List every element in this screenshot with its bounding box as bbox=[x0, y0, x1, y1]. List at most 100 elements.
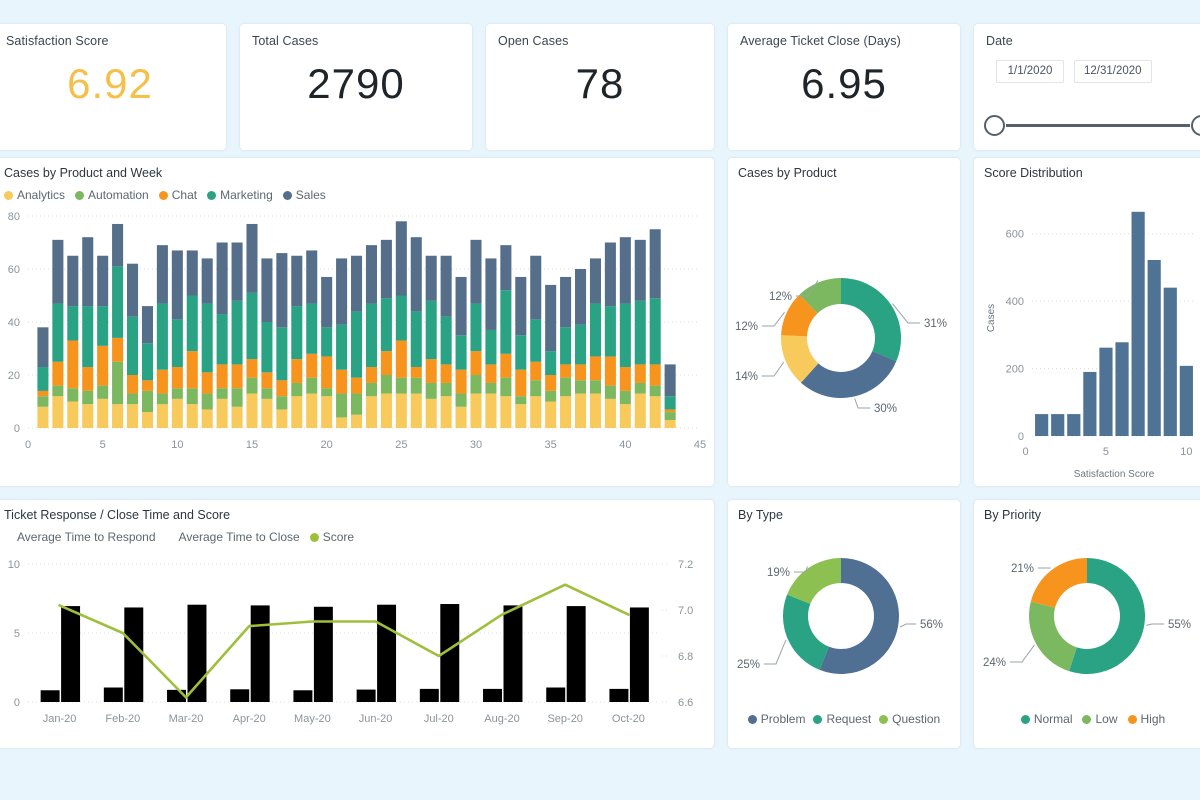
svg-text:0: 0 bbox=[14, 697, 20, 709]
panel-title: By Type bbox=[738, 508, 783, 522]
panel-title: Score Distribution bbox=[984, 166, 1083, 180]
legend-item[interactable]: High bbox=[1127, 712, 1166, 726]
svg-text:40: 40 bbox=[619, 439, 631, 451]
svg-text:Cases: Cases bbox=[986, 304, 997, 332]
legend-item[interactable]: Automation bbox=[75, 188, 149, 202]
svg-text:0: 0 bbox=[1018, 431, 1024, 443]
svg-text:0: 0 bbox=[1023, 446, 1029, 458]
panel-by-priority: By Priority 55% 24% 21% Normal Low High bbox=[974, 500, 1200, 748]
kpi-card-total-cases: Total Cases 2790 bbox=[240, 24, 472, 150]
panel-title: Cases by Product bbox=[738, 166, 837, 180]
legend-label: Analytics bbox=[17, 188, 66, 202]
kpi-value: 6.95 bbox=[801, 60, 887, 107]
chart-by-type-donut: 56% 25% 19% bbox=[737, 558, 943, 674]
legend-label: Average Time to Close bbox=[178, 530, 300, 544]
legend-label: Sales bbox=[295, 188, 326, 202]
legend-item[interactable]: Analytics bbox=[4, 188, 65, 202]
svg-text:35: 35 bbox=[545, 439, 557, 451]
legend-by-type: Problem Request Question bbox=[728, 712, 960, 726]
legend-swatch-icon bbox=[1127, 714, 1137, 724]
legend-swatch-icon bbox=[282, 190, 292, 200]
chart-cases-by-product-donut: 31% 30% 14% 12% 12% bbox=[735, 278, 947, 415]
panel-ticket-response-close-time: Ticket Response / Close Time and Score A… bbox=[0, 500, 714, 748]
svg-text:31%: 31% bbox=[924, 318, 947, 330]
legend-swatch-icon bbox=[879, 714, 889, 724]
legend-item[interactable]: Normal bbox=[1020, 712, 1072, 726]
svg-text:55%: 55% bbox=[1168, 619, 1191, 631]
svg-text:24%: 24% bbox=[983, 657, 1006, 669]
svg-text:Jul-20: Jul-20 bbox=[424, 713, 454, 725]
svg-text:45: 45 bbox=[694, 439, 706, 451]
svg-text:15: 15 bbox=[246, 439, 258, 451]
legend-item[interactable]: Score bbox=[309, 530, 355, 544]
legend-item[interactable]: Question bbox=[879, 712, 940, 726]
legend-swatch-icon bbox=[207, 190, 217, 200]
date-range-inputs: 1/1/2020 12/31/2020 bbox=[996, 60, 1152, 83]
legend-label: Score bbox=[322, 530, 355, 544]
legend-item[interactable]: Average Time to Close bbox=[166, 530, 300, 544]
date-filter-card: Date 1/1/2020 12/31/2020 bbox=[974, 24, 1200, 150]
svg-text:0: 0 bbox=[25, 439, 31, 451]
svg-text:40: 40 bbox=[8, 317, 20, 329]
date-slider-handle-end[interactable] bbox=[1191, 115, 1200, 136]
svg-text:30%: 30% bbox=[874, 403, 897, 415]
chart-cases-by-product-and-week: 0 20 40 60 80 0 5 10 15 20 25 30 35 40 45 bbox=[8, 211, 706, 451]
svg-text:Oct-20: Oct-20 bbox=[612, 713, 645, 725]
svg-text:25: 25 bbox=[395, 439, 407, 451]
svg-text:60: 60 bbox=[8, 264, 20, 276]
legend-label: High bbox=[1140, 712, 1166, 726]
date-start-input[interactable]: 1/1/2020 bbox=[996, 60, 1064, 83]
svg-text:Satisfaction Score: Satisfaction Score bbox=[1074, 469, 1155, 480]
legend-swatch-icon bbox=[813, 714, 823, 724]
svg-text:Aug-20: Aug-20 bbox=[484, 713, 519, 725]
legend-item[interactable]: Average Time to Respond bbox=[4, 530, 156, 544]
kpi-title: Satisfaction Score bbox=[6, 34, 109, 48]
svg-text:10: 10 bbox=[1180, 446, 1192, 458]
legend-ticket-response-close-time: Average Time to Respond Average Time to C… bbox=[4, 530, 354, 544]
legend-item[interactable]: Low bbox=[1082, 712, 1118, 726]
legend-swatch-icon bbox=[1020, 714, 1030, 724]
svg-text:21%: 21% bbox=[1011, 563, 1034, 575]
kpi-title: Open Cases bbox=[498, 34, 569, 48]
kpi-value: 6.92 bbox=[67, 60, 153, 107]
legend-swatch-icon bbox=[4, 190, 13, 200]
date-end-input[interactable]: 12/31/2020 bbox=[1074, 60, 1152, 83]
legend-label: Low bbox=[1095, 712, 1118, 726]
svg-text:5: 5 bbox=[100, 439, 106, 451]
date-range-slider[interactable] bbox=[984, 115, 1200, 136]
svg-text:56%: 56% bbox=[920, 619, 943, 631]
kpi-value: 78 bbox=[575, 60, 625, 107]
panel-by-type: By Type 56% 25% 19% Problem Request Question bbox=[728, 500, 960, 748]
legend-swatch-icon bbox=[158, 190, 168, 200]
chart-ticket-response-close-time: 0 5 10 6.6 6.8 7.0 7.2 Jan-20 Feb-20 Mar-20 Apr-20… bbox=[8, 559, 694, 725]
legend-by-priority: Normal Low High bbox=[974, 712, 1200, 726]
legend-item[interactable]: Marketing bbox=[207, 188, 273, 202]
panel-title: Ticket Response / Close Time and Score bbox=[4, 508, 231, 522]
legend-item[interactable]: Sales bbox=[282, 188, 326, 202]
panel-cases-by-product: Cases by Product 31% 30% 14% 12% 12% bbox=[728, 158, 960, 486]
svg-text:12%: 12% bbox=[735, 321, 758, 333]
svg-text:30: 30 bbox=[470, 439, 482, 451]
legend-item[interactable]: Chat bbox=[158, 188, 197, 202]
panel-score-distribution: Score Distribution 0 200 400 600 0 5 10 Satisfa… bbox=[974, 158, 1200, 486]
svg-text:Jun-20: Jun-20 bbox=[359, 713, 393, 725]
legend-label: Marketing bbox=[220, 188, 273, 202]
svg-text:0: 0 bbox=[14, 423, 20, 435]
legend-label: Automation bbox=[88, 188, 149, 202]
kpi-title: Total Cases bbox=[252, 34, 319, 48]
svg-text:20: 20 bbox=[8, 370, 20, 382]
legend-item[interactable]: Problem bbox=[747, 712, 806, 726]
svg-text:10: 10 bbox=[8, 559, 20, 571]
date-slider-handle-start[interactable] bbox=[984, 115, 1005, 136]
svg-text:400: 400 bbox=[1006, 296, 1024, 308]
svg-text:12%: 12% bbox=[769, 291, 792, 303]
legend-label: Problem bbox=[760, 712, 806, 726]
legend-item[interactable]: Request bbox=[813, 712, 871, 726]
legend-label: Question bbox=[892, 712, 941, 726]
svg-text:19%: 19% bbox=[767, 567, 790, 579]
kpi-card-average-ticket-close: Average Ticket Close (Days) 6.95 bbox=[728, 24, 960, 150]
svg-text:Apr-20: Apr-20 bbox=[233, 713, 266, 725]
panel-title: Cases by Product and Week bbox=[4, 166, 163, 180]
legend-swatch-icon bbox=[4, 533, 13, 542]
svg-text:6.8: 6.8 bbox=[678, 651, 693, 663]
